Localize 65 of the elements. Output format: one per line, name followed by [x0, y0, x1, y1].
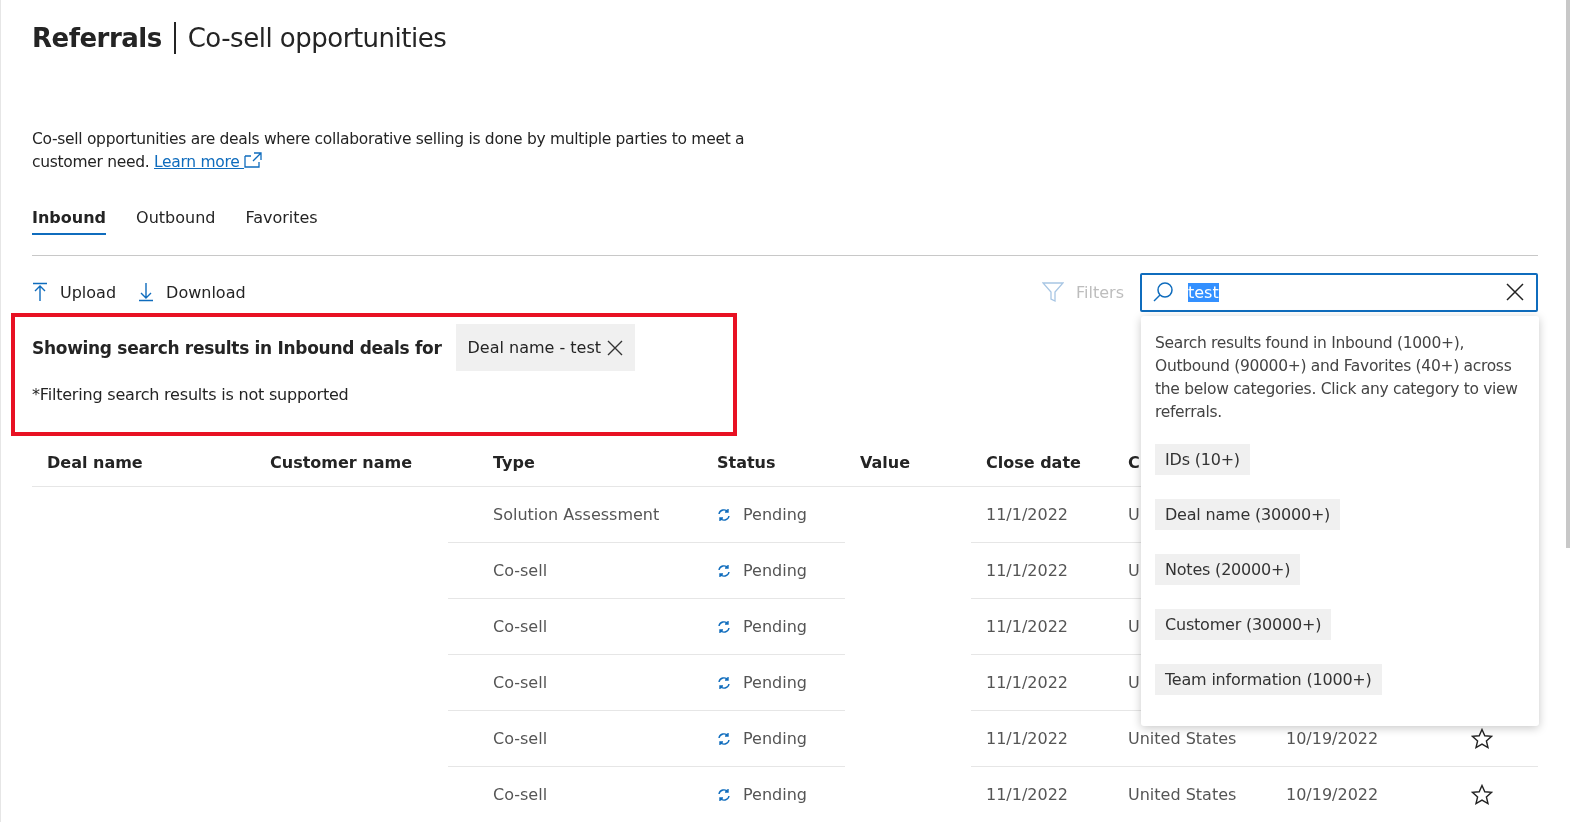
table-cell: United States [1128, 729, 1237, 748]
tab[interactable]: Favorites [245, 202, 318, 235]
category-chip[interactable]: IDs (10+) [1155, 444, 1250, 475]
status-cell: Pending [717, 673, 807, 692]
table-cell: Co-sell [493, 729, 548, 748]
sync-icon [717, 507, 731, 522]
sync-icon [717, 675, 731, 690]
table-cell: Co-sell [493, 785, 548, 804]
download-button[interactable]: Download [138, 282, 246, 302]
table-cell: Co-sell [493, 617, 548, 636]
column-header[interactable]: Value [860, 452, 911, 472]
column-header[interactable]: Status [717, 452, 776, 472]
table-cell: 11/1/2022 [986, 561, 1069, 580]
table-cell: U [1128, 561, 1140, 580]
table-cell: Co-sell [493, 561, 548, 580]
upload-icon[interactable] [32, 282, 48, 302]
favorite-star-icon[interactable] [1471, 783, 1493, 806]
table-cell: 11/1/2022 [986, 617, 1069, 636]
column-header[interactable]: Type [493, 452, 535, 472]
clear-icon[interactable] [1506, 283, 1524, 301]
page-subtitle: Co-sell opportunities [187, 23, 447, 53]
status-cell: Pending [717, 561, 807, 580]
status-cell: Pending [717, 505, 807, 524]
search-icon [1152, 281, 1174, 303]
category-chip[interactable]: Customer (30000+) [1155, 609, 1332, 640]
search-results-heading: Showing search results in Inbound deals for [32, 337, 442, 358]
filter-chip[interactable]: Deal name - test [455, 324, 636, 371]
table-cell: U [1128, 617, 1140, 636]
table-cell: 11/1/2022 [986, 785, 1069, 804]
page-title: Referrals [32, 23, 162, 53]
column-header[interactable]: Customer name [270, 452, 412, 472]
download-icon[interactable] [138, 282, 155, 302]
column-header[interactable]: C [1128, 452, 1140, 472]
status-cell: Pending [717, 785, 807, 804]
table-cell: Co-sell [493, 673, 548, 692]
suggestions-message: Search results found in Inbound (1000+), Outbound (90000+) and Favorites (40+) across the below categories. Click any category to view referrals. [1155, 333, 1519, 423]
external-link-icon[interactable] [244, 152, 263, 168]
table-cell: U [1128, 673, 1140, 692]
table-cell: 10/19/2022 [1286, 785, 1379, 804]
table-cell: 10/19/2022 [1286, 729, 1379, 748]
table-cell: 11/1/2022 [986, 729, 1069, 748]
table-cell: United States [1128, 785, 1237, 804]
table-cell: U [1128, 505, 1140, 524]
table-cell: 11/1/2022 [986, 673, 1069, 692]
close-icon[interactable] [607, 339, 624, 356]
category-chip[interactable]: Team information (1000+) [1155, 664, 1382, 695]
favorite-star-icon[interactable] [1471, 727, 1493, 750]
sync-icon [717, 787, 731, 802]
table-cell: 11/1/2022 [986, 505, 1069, 524]
status-cell: Pending [717, 729, 807, 748]
description-text: Co-sell opportunities are deals where collaborative selling is done by multiple parties to meet a customer need. Learn more [32, 129, 746, 173]
learn-more-link[interactable]: Learn more [154, 153, 263, 171]
tab[interactable]: Inbound [32, 202, 107, 235]
sync-icon [717, 731, 731, 746]
status-cell: Pending [717, 617, 807, 636]
category-chip[interactable]: Deal name (30000+) [1155, 499, 1341, 530]
upload-button[interactable]: Upload [32, 282, 117, 302]
column-header[interactable]: Deal name [47, 452, 143, 472]
category-chip[interactable]: Notes (20000+) [1155, 554, 1301, 585]
filter-note: *Filtering search results is not supported [32, 385, 350, 404]
table-cell: Solution Assessment [493, 505, 660, 524]
sync-icon [717, 619, 731, 634]
tab[interactable]: Outbound [136, 202, 216, 235]
sync-icon [717, 563, 731, 578]
column-header[interactable]: Close date [986, 452, 1081, 472]
